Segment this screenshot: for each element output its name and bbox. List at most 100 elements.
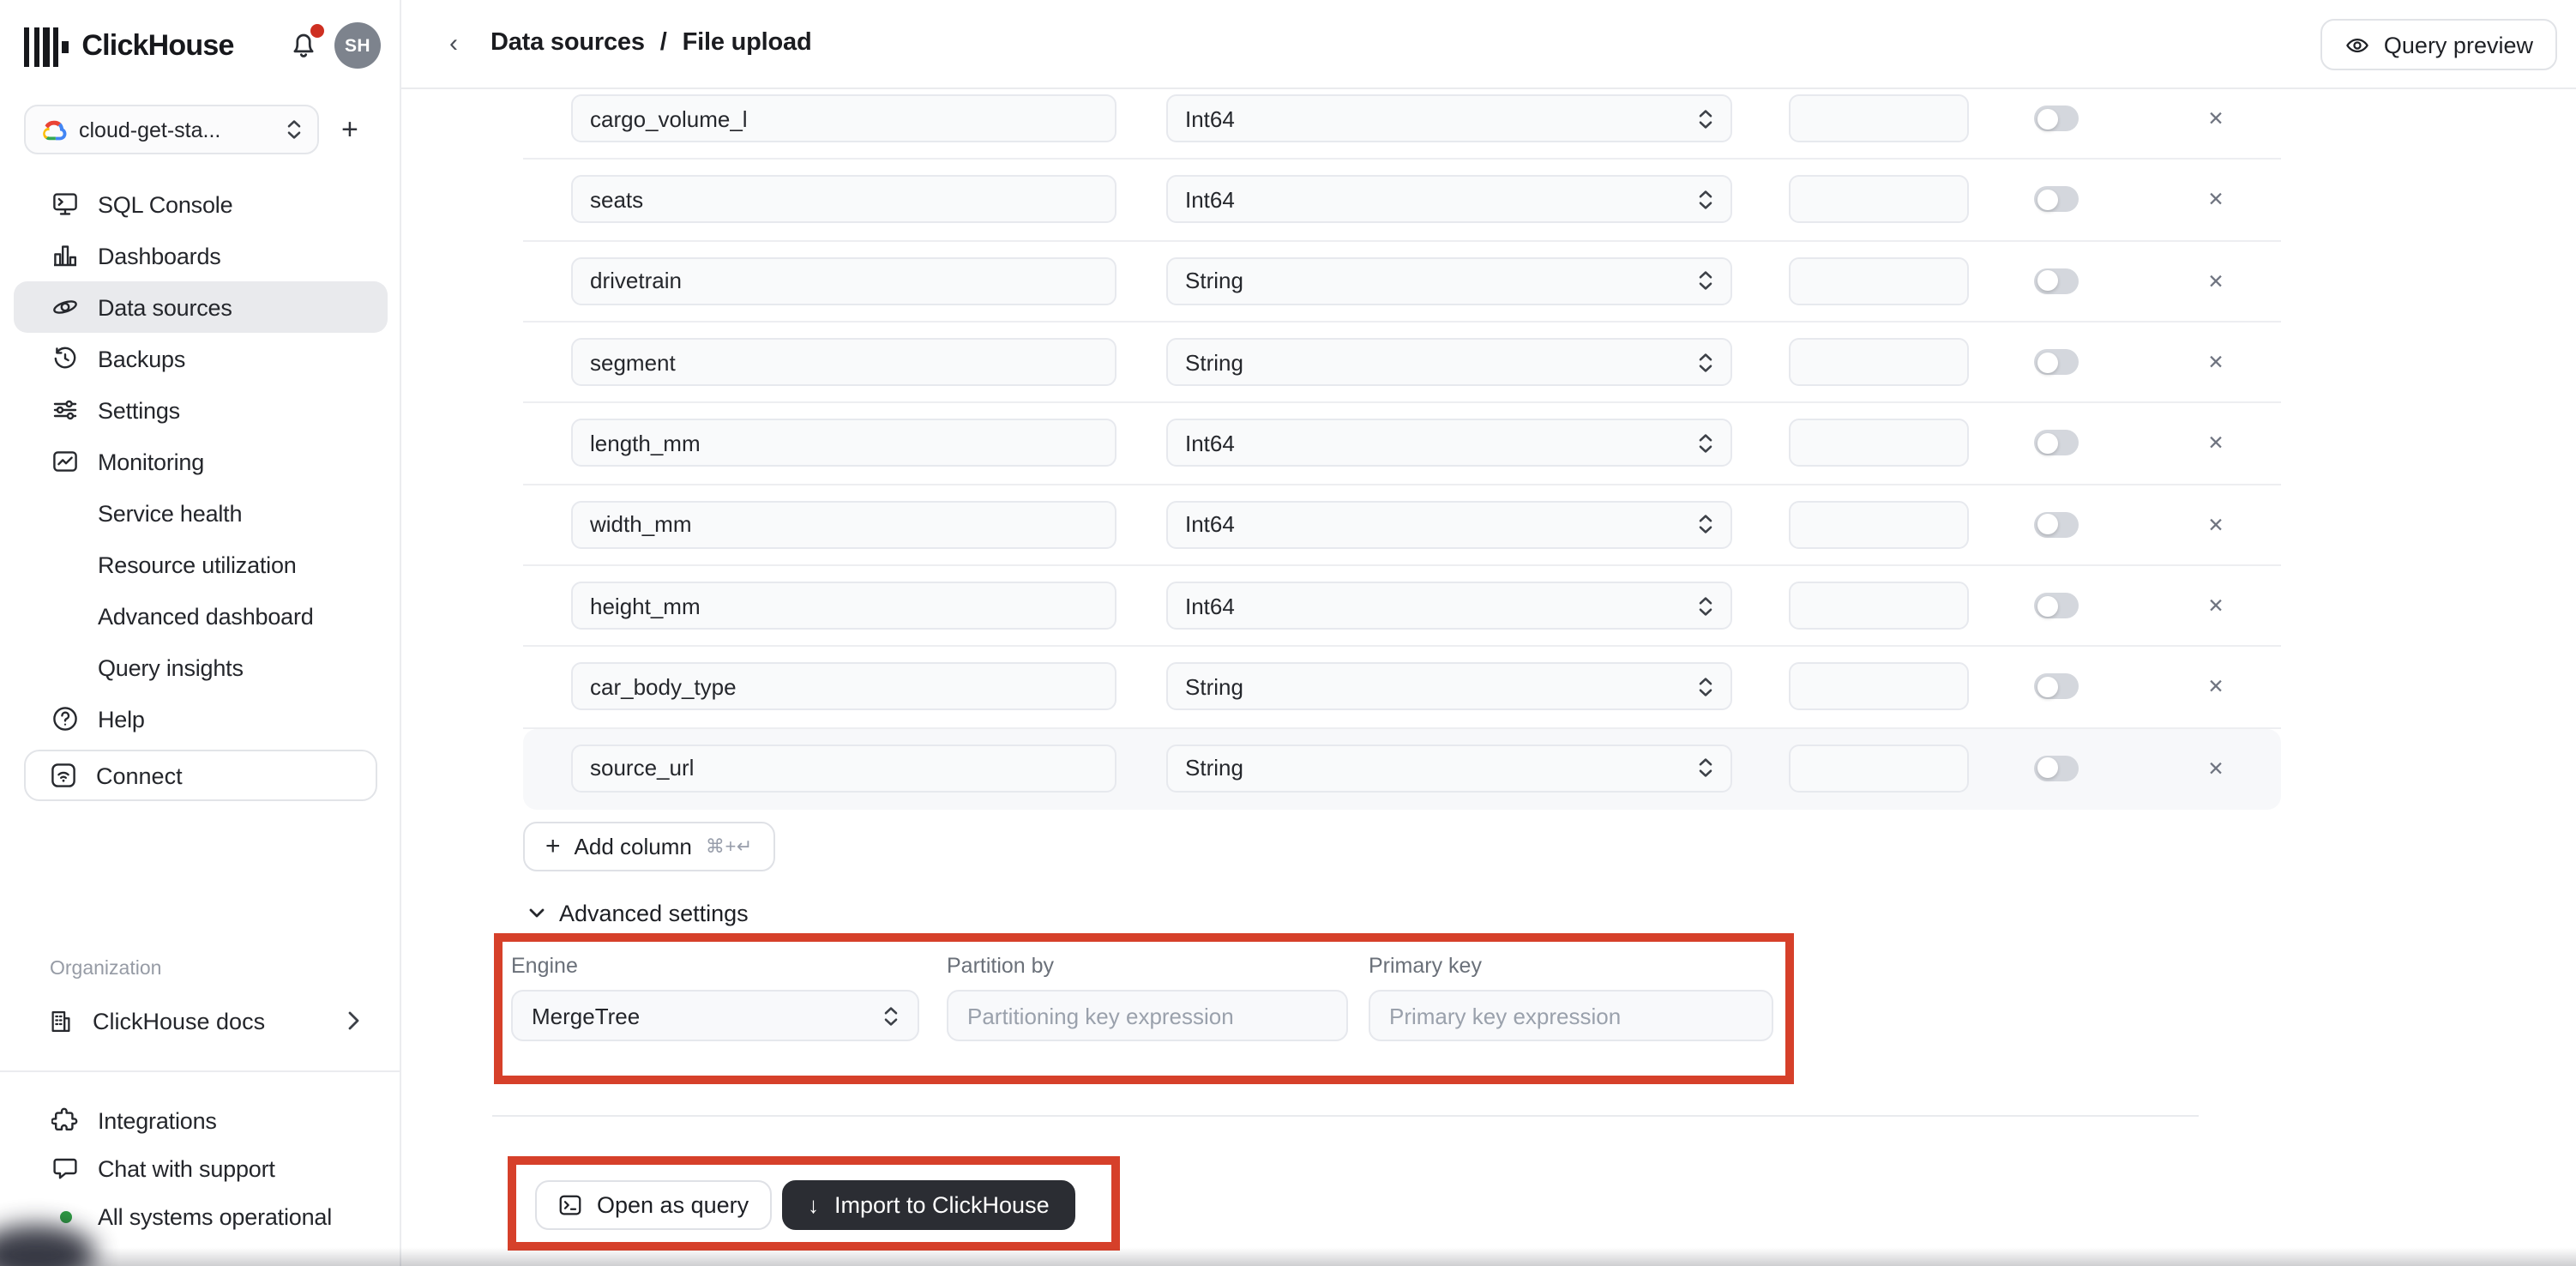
- column-type-select[interactable]: String: [1166, 663, 1732, 711]
- column-type-select[interactable]: Int64: [1166, 419, 1732, 467]
- organization-label: Organization: [50, 959, 161, 980]
- updown-chevron-icon: [883, 1004, 899, 1027]
- remove-column-button[interactable]: ✕: [2204, 106, 2228, 130]
- columns-table: Int64 ✕ Int64 ✕ String: [523, 79, 2281, 810]
- eye-icon: [2344, 32, 2370, 57]
- brand[interactable]: ClickHouse: [24, 21, 234, 72]
- updown-chevron-icon: [1698, 594, 1713, 617]
- column-name-input[interactable]: [571, 663, 1116, 711]
- column-name-input[interactable]: [571, 94, 1116, 142]
- default-value-input[interactable]: [1789, 94, 1969, 142]
- column-name-input[interactable]: [571, 257, 1116, 305]
- remove-column-button[interactable]: ✕: [2204, 594, 2228, 618]
- sidebar-item-settings[interactable]: Settings: [14, 384, 388, 436]
- nullable-toggle[interactable]: [2034, 512, 2079, 538]
- breadcrumb-parent[interactable]: Data sources: [491, 29, 645, 57]
- add-column-label: Add column: [575, 834, 692, 859]
- back-button[interactable]: ‹: [449, 29, 458, 60]
- query-preview-button[interactable]: Query preview: [2320, 19, 2557, 70]
- column-name-input[interactable]: [571, 419, 1116, 467]
- nullable-toggle[interactable]: [2034, 187, 2079, 213]
- default-value-input[interactable]: [1789, 419, 1969, 467]
- sidebar-item-monitoring[interactable]: Monitoring: [14, 436, 388, 487]
- primary-key-input[interactable]: [1369, 990, 1773, 1041]
- nullable-toggle[interactable]: [2034, 268, 2079, 294]
- open-as-query-button[interactable]: Open as query: [535, 1180, 771, 1230]
- nullable-toggle[interactable]: [2034, 349, 2079, 375]
- service-selector[interactable]: cloud-get-sta...: [24, 105, 319, 154]
- nullable-toggle[interactable]: [2034, 756, 2079, 781]
- column-type-select[interactable]: String: [1166, 338, 1732, 386]
- column-type-select[interactable]: Int64: [1166, 94, 1732, 142]
- import-to-clickhouse-button[interactable]: ↓ Import to ClickHouse: [782, 1180, 1075, 1230]
- remove-column-button[interactable]: ✕: [2204, 350, 2228, 374]
- arrow-down-icon: ↓: [808, 1192, 819, 1218]
- default-value-input[interactable]: [1789, 257, 1969, 305]
- column-type-select[interactable]: Int64: [1166, 582, 1732, 630]
- updown-chevron-icon: [1698, 351, 1713, 373]
- engine-select[interactable]: MergeTree: [511, 990, 919, 1041]
- column-name-input[interactable]: [571, 176, 1116, 224]
- help-icon: [51, 705, 79, 732]
- sidebar-item-query-insights[interactable]: Query insights: [14, 642, 388, 693]
- sidebar-footer: Integrations Chat with support All syste…: [14, 1096, 388, 1240]
- column-name-input[interactable]: [571, 501, 1116, 549]
- table-row: Int64 ✕: [523, 404, 2281, 485]
- sidebar-item-docs[interactable]: ClickHouse docs: [24, 997, 377, 1045]
- column-name-input[interactable]: [571, 338, 1116, 386]
- sidebar-item-help[interactable]: Help: [14, 693, 388, 745]
- remove-column-button[interactable]: ✕: [2204, 757, 2228, 781]
- breadcrumb: Data sources / File upload: [491, 29, 812, 57]
- sidebar-item-sql-console[interactable]: SQL Console: [14, 178, 388, 230]
- sidebar-item-service-health[interactable]: Service health: [14, 487, 388, 539]
- default-value-input[interactable]: [1789, 582, 1969, 630]
- connect-label: Connect: [96, 763, 183, 788]
- column-type-select[interactable]: String: [1166, 745, 1732, 793]
- service-selector-value: cloud-get-sta...: [79, 118, 274, 142]
- sidebar-item-backups[interactable]: Backups: [14, 333, 388, 384]
- avatar[interactable]: SH: [334, 22, 381, 69]
- default-value-input[interactable]: [1789, 501, 1969, 549]
- breadcrumb-separator: /: [660, 29, 667, 57]
- remove-column-button[interactable]: ✕: [2204, 675, 2228, 699]
- sidebar-item-dashboards[interactable]: Dashboards: [14, 230, 388, 281]
- integrations-icon: [51, 1106, 79, 1134]
- notifications-button[interactable]: [288, 29, 322, 63]
- notification-badge: [310, 24, 324, 38]
- sidebar-item-integrations[interactable]: Integrations: [14, 1096, 388, 1144]
- breadcrumb-current: File upload: [683, 29, 812, 57]
- column-name-input[interactable]: [571, 745, 1116, 793]
- add-column-button[interactable]: + Add column ⌘+↵: [523, 822, 775, 871]
- add-service-button[interactable]: +: [341, 115, 358, 144]
- partition-by-input[interactable]: [947, 990, 1348, 1041]
- plus-icon: +: [545, 834, 561, 859]
- connect-button[interactable]: Connect: [24, 750, 377, 801]
- column-name-input[interactable]: [571, 582, 1116, 630]
- nullable-toggle[interactable]: [2034, 674, 2079, 700]
- column-type-select[interactable]: Int64: [1166, 176, 1732, 224]
- clickhouse-logo-icon: [24, 26, 68, 67]
- default-value-input[interactable]: [1789, 176, 1969, 224]
- table-row: String ✕: [523, 648, 2281, 729]
- remove-column-button[interactable]: ✕: [2204, 188, 2228, 212]
- sidebar-item-data-sources[interactable]: Data sources: [14, 281, 388, 333]
- partition-by-label: Partition by: [947, 954, 1054, 978]
- sidebar-item-advanced-dashboard[interactable]: Advanced dashboard: [14, 590, 388, 642]
- nullable-toggle[interactable]: [2034, 106, 2079, 131]
- sidebar-item-chat-with-support[interactable]: Chat with support: [14, 1144, 388, 1192]
- default-value-input[interactable]: [1789, 745, 1969, 793]
- sidebar-item-all-systems-operational[interactable]: All systems operational: [14, 1192, 388, 1240]
- remove-column-button[interactable]: ✕: [2204, 269, 2228, 293]
- column-type-select[interactable]: String: [1166, 257, 1732, 305]
- remove-column-button[interactable]: ✕: [2204, 431, 2228, 455]
- default-value-input[interactable]: [1789, 338, 1969, 386]
- data-sources-icon: [51, 293, 79, 321]
- nullable-toggle[interactable]: [2034, 431, 2079, 456]
- column-type-select[interactable]: Int64: [1166, 501, 1732, 549]
- nullable-toggle[interactable]: [2034, 593, 2079, 618]
- advanced-settings-toggle[interactable]: Advanced settings: [528, 901, 749, 926]
- remove-column-button[interactable]: ✕: [2204, 513, 2228, 537]
- default-value-input[interactable]: [1789, 663, 1969, 711]
- table-row: String ✕: [523, 728, 2281, 810]
- sidebar-item-resource-utilization[interactable]: Resource utilization: [14, 539, 388, 590]
